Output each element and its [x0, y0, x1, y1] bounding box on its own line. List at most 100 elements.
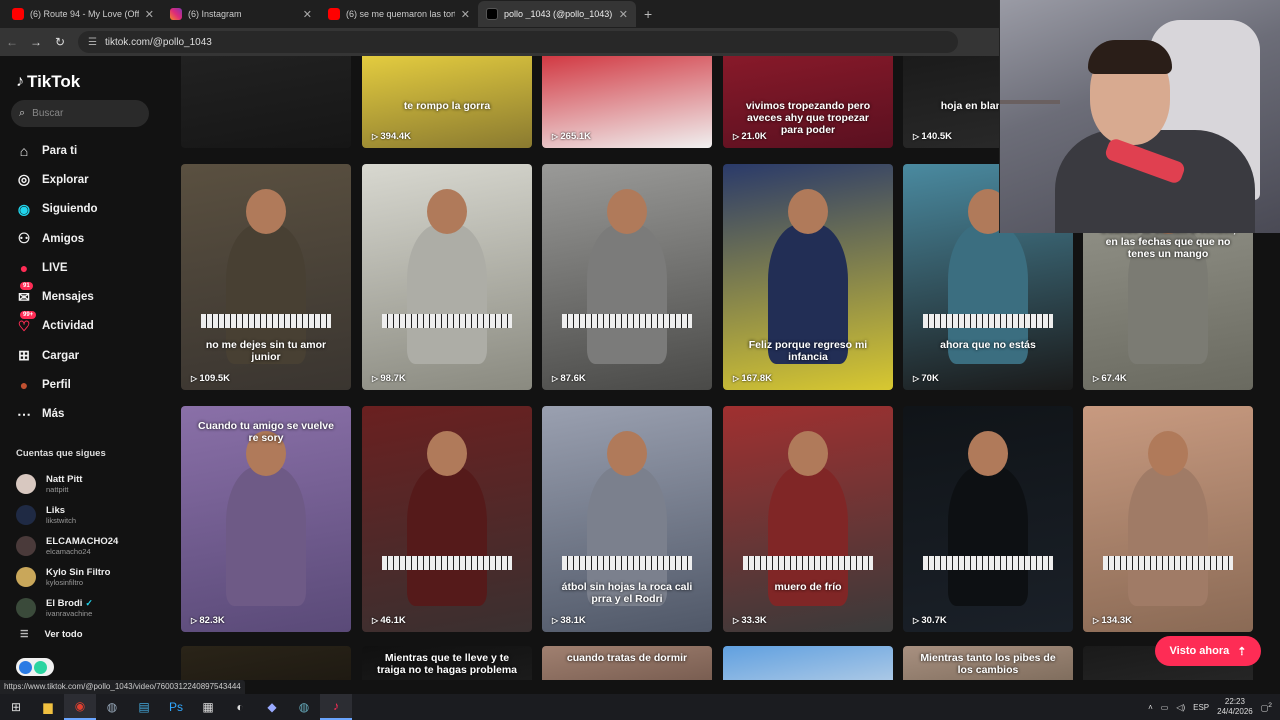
steam-icon[interactable]: ◍ [96, 694, 128, 720]
video-thumbnail[interactable]: Mientras que te lleve y te traiga no te … [362, 646, 532, 680]
following-item[interactable]: Natt Pitt nattpitt [16, 468, 118, 499]
obs-icon[interactable]: ◐ [224, 694, 256, 720]
address-bar[interactable]: ☰ tiktok.com/@pollo_1043 [78, 31, 958, 53]
video-thumbnail[interactable]: te rompo la gorra 394.4K [362, 56, 532, 148]
nav-item-explorar[interactable]: ◎ Explorar [14, 165, 98, 194]
video-thumbnail[interactable]: 134.3K 15% [1083, 406, 1253, 632]
following-name: Natt Pitt [46, 474, 82, 485]
nav-item-live[interactable]: ● LIVE [14, 253, 98, 282]
video-thumbnail[interactable]: Feliz porque regreso mi infancia 167.8K [723, 164, 893, 390]
language-indicator[interactable]: ESP [1193, 703, 1209, 712]
chrome-icon[interactable]: ◉ [64, 694, 96, 720]
status-bar-url: https://www.tiktok.com/@pollo_1043/video… [0, 680, 245, 694]
nav-item-actividad[interactable]: ♡ 99+ Actividad [14, 311, 98, 341]
steam-icon[interactable]: ◍ [288, 694, 320, 720]
following-handle: nattpitt [46, 484, 69, 494]
person-body [1055, 130, 1255, 233]
following-item[interactable]: ELCAMACHO24 elcamacho24 [16, 530, 118, 561]
file-explorer-icon[interactable]: ▆ [32, 694, 64, 720]
view-count: 134.3K [1093, 615, 1132, 626]
close-tab-icon[interactable]: ✕ [145, 8, 154, 21]
shelf [1000, 100, 1060, 104]
video-thumbnail[interactable] [181, 56, 351, 148]
forward-icon[interactable]: → [24, 35, 48, 49]
windows-taskbar: ⊞ ▆ ◉ ◍ ▤ Ps ▦ ◐ ◆ ◍ ♪ ˄ ▭ ◁) ESP 22:23 … [0, 694, 1280, 720]
browser-tab[interactable]: (6) Route 94 - My Love (Official ✕ [4, 1, 162, 27]
following-name: Liks [46, 505, 76, 516]
volume-icon[interactable]: ◁) [1176, 703, 1185, 712]
view-count: 38.1K [552, 615, 585, 626]
close-tab-icon[interactable]: ✕ [461, 8, 470, 21]
search-input[interactable]: ⌕ Buscar [11, 100, 149, 127]
following-text: ELCAMACHO24 elcamacho24 [46, 536, 118, 556]
nav-item-label: Más [42, 408, 65, 421]
tiktok-logo[interactable]: ♪ TikTok [16, 72, 80, 92]
chevron-up-icon[interactable]: ˄ [1148, 703, 1153, 712]
nav-item-amigos[interactable]: ⚇ Amigos [14, 224, 98, 253]
tiktok-app-icon[interactable]: ♪ [320, 694, 352, 720]
more-icon: ⋯ [17, 405, 31, 422]
video-thumbnail[interactable]: 46.1K [362, 406, 532, 632]
home-icon: ⌂ [19, 142, 29, 159]
video-thumbnail[interactable]: muero de frío 33.3K [723, 406, 893, 632]
following-item[interactable]: El Brodi ✓ ivanravachine [16, 592, 118, 623]
video-thumbnail[interactable]: átbol sin hojas la roca cali prra y el R… [542, 406, 712, 632]
keyboard-shape [1103, 556, 1233, 570]
following-name-text: Natt Pitt [46, 473, 83, 485]
head-shape [427, 431, 467, 476]
browser-tab[interactable]: (6) se me quemaron las tortas f ✕ [320, 1, 478, 27]
new-tab-button[interactable]: + [644, 6, 652, 22]
following-list: Natt Pitt nattpitt Liks likstwitch ELCAMACHO… [16, 468, 118, 623]
vpn-icon[interactable]: ◆ [256, 694, 288, 720]
nav-item-siguiendo[interactable]: ◉ Siguiendo [14, 195, 98, 224]
back-icon[interactable]: ← [0, 35, 24, 49]
person-shape [407, 466, 487, 606]
messages-icon: ✉ 91 [14, 282, 34, 307]
close-tab-icon[interactable]: ✕ [619, 8, 628, 21]
nav-item-mensajes[interactable]: ✉ 91 Mensajes [14, 282, 98, 311]
windows-start-icon[interactable]: ⊞ [0, 694, 32, 720]
video-thumbnail[interactable]: 98.7K [362, 164, 532, 390]
photoshop-icon[interactable]: Ps [160, 694, 192, 720]
video-thumbnail[interactable] [181, 646, 351, 680]
visto-ahora-button[interactable]: Visto ahora ⇡ [1155, 636, 1261, 666]
following-item[interactable]: Liks likstwitch [16, 499, 118, 530]
see-all-link[interactable]: ☰ Ver todo [20, 629, 83, 640]
video-caption: no me dejes sin tu amor junior [205, 339, 327, 363]
upload-icon: ⊞ [18, 347, 30, 364]
terminal-icon[interactable]: ▤ [128, 694, 160, 720]
reload-icon[interactable]: ↻ [48, 35, 72, 49]
calculator-icon[interactable]: ▦ [192, 694, 224, 720]
view-count: 140.5K [913, 131, 952, 142]
following-name: El Brodi ✓ [46, 598, 93, 609]
nav-item-label: Mensajes [42, 291, 94, 304]
avatar [16, 597, 36, 618]
network-icon[interactable]: ▭ [1161, 703, 1169, 712]
close-tab-icon[interactable]: ✕ [303, 8, 312, 21]
following-item[interactable]: Kylo Sin Filtro kylosinfiltro [16, 561, 118, 592]
video-thumbnail[interactable]: Mientras tanto los pibes de los cambios [903, 646, 1073, 680]
nav-item-más[interactable]: ⋯ Más [14, 400, 98, 429]
video-thumbnail[interactable]: cuando tratas de dormir [542, 646, 712, 680]
video-thumbnail[interactable]: no me dejes sin tu amor junior 109.5K [181, 164, 351, 390]
video-thumbnail[interactable]: Cuando tu amigo se vuelve re sory 82.3K [181, 406, 351, 632]
person-hair [1088, 40, 1172, 74]
video-thumbnail[interactable]: vivimos tropezando pero aveces ahy que t… [723, 56, 893, 148]
notifications-icon[interactable]: ▢2 [1261, 702, 1272, 713]
video-thumbnail[interactable]: 30.7K [903, 406, 1073, 632]
view-count: 87.6K [552, 373, 585, 384]
video-thumbnail[interactable]: 87.6K [542, 164, 712, 390]
browser-tab-active[interactable]: pollo _1043 (@pollo_1043) | Tik ✕ [478, 1, 636, 27]
notification-badge: 99+ [20, 311, 37, 320]
video-thumbnail[interactable]: 265.1K [542, 56, 712, 148]
clock[interactable]: 22:23 24/4/2026 [1217, 697, 1253, 717]
video-thumbnail[interactable] [723, 646, 893, 680]
nav-item-cargar[interactable]: ⊞ Cargar [14, 341, 98, 370]
app-toggle[interactable] [16, 658, 54, 676]
notification-badge: 91 [20, 282, 33, 291]
nav-item-perfil[interactable]: ● Perfil [14, 370, 98, 399]
keyboard-shape [562, 556, 692, 570]
nav-item-para-ti[interactable]: ⌂ Para ti [14, 136, 98, 165]
browser-tab[interactable]: (6) Instagram ✕ [162, 1, 320, 27]
site-info-icon[interactable]: ☰ [88, 37, 97, 48]
